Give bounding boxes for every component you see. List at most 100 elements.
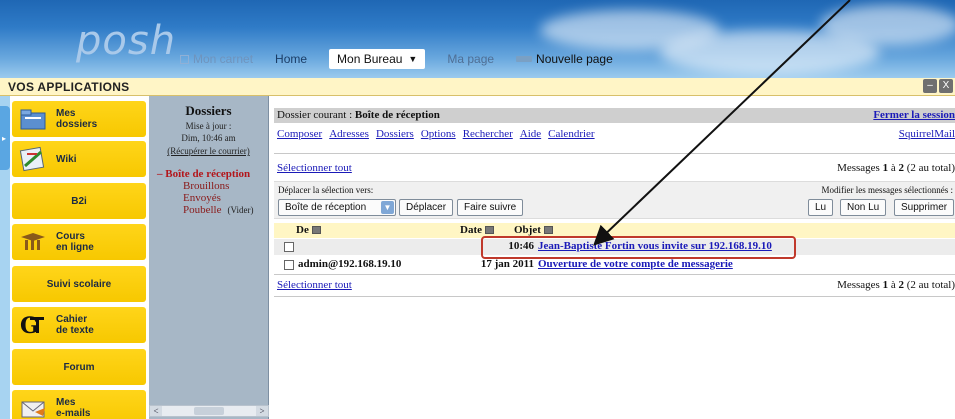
app-mes-dossiers[interactable]: Mes dossiers bbox=[12, 101, 146, 137]
pencil-icon bbox=[516, 56, 533, 62]
menu-adresses[interactable]: Adresses bbox=[329, 128, 369, 140]
carnet-icon bbox=[180, 54, 189, 64]
mark-read-button[interactable]: Lu bbox=[808, 199, 834, 216]
folders-title: Dossiers bbox=[185, 103, 232, 118]
mark-unread-button[interactable]: Non Lu bbox=[840, 199, 887, 216]
move-button[interactable]: Déplacer bbox=[399, 199, 454, 216]
chevron-down-icon[interactable]: ▼ bbox=[381, 201, 394, 214]
folder-sent[interactable]: Envoyés bbox=[149, 192, 268, 204]
sort-icon[interactable] bbox=[543, 226, 553, 234]
close-button[interactable]: X bbox=[939, 79, 953, 93]
divider bbox=[274, 274, 955, 275]
forward-button[interactable]: Faire suivre bbox=[457, 199, 524, 216]
move-target-value: Boîte de réception bbox=[285, 202, 367, 213]
minimize-button[interactable]: – bbox=[923, 79, 937, 93]
side-toggle-tab[interactable]: ▸ bbox=[0, 106, 10, 170]
mail-main: Dossier courant : Boîte de réception Fer… bbox=[270, 96, 955, 419]
column-subject[interactable]: Objet bbox=[514, 224, 553, 236]
chevron-down-icon[interactable]: ▼ bbox=[408, 54, 417, 64]
select-all-link-top[interactable]: Sélectionner tout bbox=[277, 162, 352, 174]
message-date: 10:46 bbox=[508, 240, 534, 252]
app-b2i[interactable]: B2i bbox=[12, 183, 146, 219]
empty-trash-link[interactable]: (Vider) bbox=[228, 205, 254, 215]
squirrelmail-link[interactable]: SquirrelMail bbox=[899, 128, 955, 140]
delete-button[interactable]: Supprimer bbox=[894, 199, 955, 216]
current-folder-name: Boîte de réception bbox=[354, 109, 440, 121]
app-cahier-de-texte[interactable]: G Cahier de texte bbox=[12, 307, 146, 343]
current-folder: Dossier courant : Boîte de réception bbox=[277, 109, 440, 121]
divider bbox=[274, 296, 955, 297]
menu-rechercher[interactable]: Rechercher bbox=[463, 128, 513, 140]
portal-header: posh Mon carnet Home Mon Bureau ▼ Ma pag… bbox=[0, 0, 955, 78]
folder-inbox[interactable]: – Boîte de réception bbox=[149, 168, 268, 180]
window-controls: – X bbox=[921, 79, 953, 93]
actions-bar: Déplacer la sélection vers: Modifier les… bbox=[274, 181, 955, 219]
menu-aide[interactable]: Aide bbox=[520, 128, 541, 140]
app-label: Cahier de texte bbox=[56, 314, 94, 336]
scroll-right-icon[interactable]: > bbox=[256, 406, 268, 416]
menu-composer[interactable]: Composer bbox=[277, 128, 322, 140]
cloud-decoration bbox=[820, 5, 955, 45]
message-date: 17 jan 2011 bbox=[480, 258, 534, 270]
message-checkbox[interactable] bbox=[284, 260, 294, 270]
nav-ma-page-label: Ma page bbox=[447, 52, 495, 66]
scroll-left-icon[interactable]: < bbox=[150, 406, 162, 416]
logout-link[interactable]: Fermer la session bbox=[873, 109, 955, 121]
app-cours-en-ligne[interactable]: Cours en ligne bbox=[12, 224, 146, 260]
message-subject-link[interactable]: Ouverture de votre compte de messagerie bbox=[538, 258, 733, 270]
last-update-label: Mise à jour : bbox=[185, 121, 232, 131]
nav-mon-carnet-label: Mon carnet bbox=[193, 52, 254, 66]
divider bbox=[274, 153, 955, 154]
menu-dossiers[interactable]: Dossiers bbox=[376, 128, 414, 140]
column-from[interactable]: De bbox=[296, 224, 321, 236]
message-checkbox[interactable] bbox=[284, 242, 294, 252]
app-label: Suivi scolaire bbox=[46, 278, 112, 290]
current-folder-prefix: Dossier courant : bbox=[277, 109, 355, 121]
message-subject-link[interactable]: Jean-Baptiste Fortin vous invite sur 192… bbox=[538, 240, 772, 252]
folder-icon bbox=[18, 105, 48, 133]
side-toggle-strip: ▸ bbox=[0, 96, 10, 419]
folders-panel: Dossiers Mise à jour : Dim, 10:46 am (Ré… bbox=[149, 96, 269, 419]
applications-list: Mes dossiers Wiki B2i Cours en ligne Suivi… bbox=[10, 96, 149, 419]
horizontal-scrollbar[interactable]: < > bbox=[149, 405, 269, 417]
app-label: Cours en ligne bbox=[56, 231, 94, 253]
sort-icon[interactable] bbox=[311, 226, 321, 234]
graduation-icon bbox=[18, 228, 48, 256]
message-count-sep: à bbox=[888, 162, 899, 174]
nav-nouvelle-page[interactable]: Nouvelle page bbox=[516, 52, 613, 66]
message-from: admin@192.168.19.10 bbox=[298, 258, 402, 270]
sort-icon[interactable] bbox=[485, 226, 494, 234]
message-count-total: (2 au total) bbox=[903, 162, 955, 174]
scroll-thumb[interactable] bbox=[194, 407, 224, 415]
menu-options[interactable]: Options bbox=[421, 128, 456, 140]
tab-mon-bureau[interactable]: Mon Bureau ▼ bbox=[329, 49, 426, 69]
modify-label: Modifier les messages sélectionnés : bbox=[821, 185, 953, 195]
column-date-label: Date bbox=[460, 224, 482, 236]
message-count-sep: à bbox=[888, 279, 899, 291]
nav-mon-carnet[interactable]: Mon carnet bbox=[180, 52, 253, 66]
app-forum[interactable]: Forum bbox=[12, 349, 146, 385]
top-nav: Mon carnet Home Mon Bureau ▼ Ma page Nou… bbox=[180, 48, 635, 70]
app-label: B2i bbox=[71, 195, 87, 207]
message-count-prefix: Messages bbox=[837, 162, 883, 174]
app-suivi-scolaire[interactable]: Suivi scolaire bbox=[12, 266, 146, 302]
folder-drafts[interactable]: Brouillons bbox=[149, 180, 268, 192]
nav-home[interactable]: Home bbox=[275, 52, 307, 66]
app-label: Mes dossiers bbox=[56, 108, 98, 130]
svg-text:G: G bbox=[20, 313, 39, 337]
app-wiki[interactable]: Wiki bbox=[12, 141, 146, 177]
message-row[interactable]: 10:46 Jean-Baptiste Fortin vous invite s… bbox=[274, 239, 955, 255]
folder-trash[interactable]: Poubelle (Vider) bbox=[149, 204, 268, 216]
column-date[interactable]: Date bbox=[460, 224, 494, 236]
app-mes-emails[interactable]: Mes e-mails bbox=[12, 390, 146, 419]
select-all-link-bottom[interactable]: Sélectionner tout bbox=[277, 279, 352, 291]
fetch-mail-link[interactable]: (Récupérer le courrier) bbox=[149, 146, 268, 156]
message-row[interactable]: admin@192.168.19.10 17 jan 2011 Ouvertur… bbox=[274, 257, 955, 273]
folder-trash-label: Poubelle bbox=[183, 204, 222, 216]
app-window: posh Mon carnet Home Mon Bureau ▼ Ma pag… bbox=[0, 0, 955, 419]
move-target-select[interactable]: Boîte de réception ▼ bbox=[278, 199, 396, 216]
tab-mon-bureau-label: Mon Bureau bbox=[337, 52, 403, 66]
nav-ma-page[interactable]: Ma page bbox=[447, 52, 494, 66]
menu-calendrier[interactable]: Calendrier bbox=[548, 128, 594, 140]
mail-menu: Composer Adresses Dossiers Options Recherche… bbox=[277, 128, 602, 140]
